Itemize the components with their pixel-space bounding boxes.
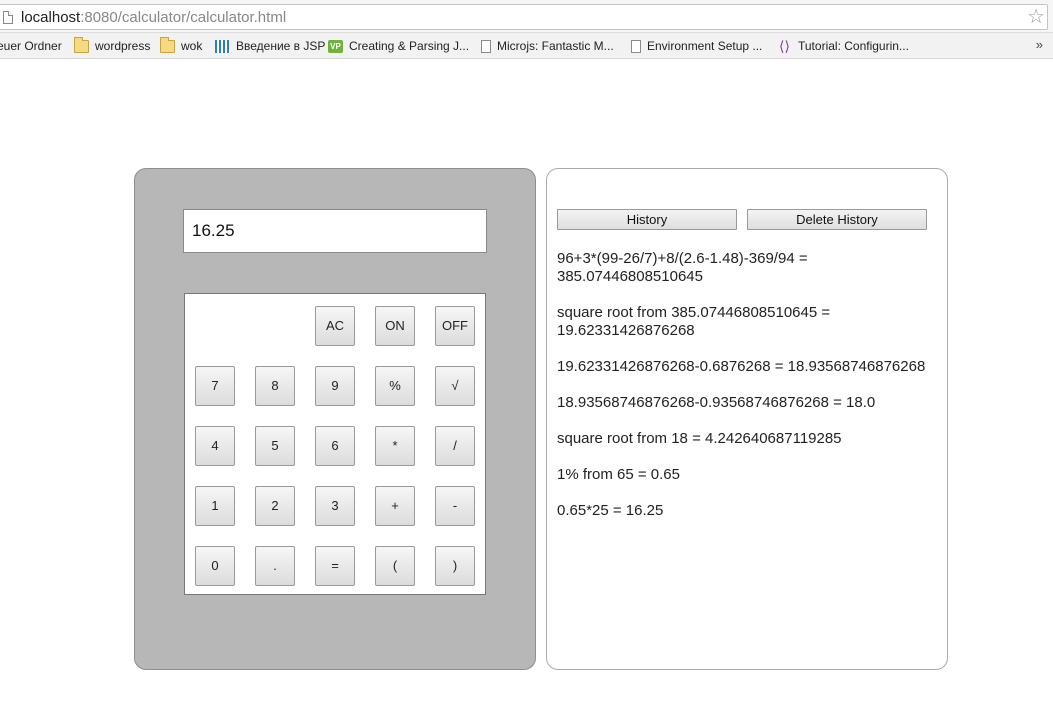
history-entry: square root from 18 = 4.242640687119285: [557, 430, 842, 447]
calculator-display: 16.25: [183, 209, 487, 253]
history-entry: 19.62331426876268-0.6876268 = 18.9356874…: [557, 358, 926, 375]
digit-2-button[interactable]: 2: [255, 486, 295, 526]
bookmark-label: wok: [181, 39, 203, 53]
bookmarks-bar: euer Ordner wordpress wok Введение в JSP…: [0, 33, 1053, 59]
page-icon: [631, 39, 641, 53]
history-panel: History Delete History 96+3*(99-26/7)+8/…: [546, 168, 948, 670]
digit-6-button[interactable]: 6: [315, 426, 355, 466]
history-button[interactable]: History: [557, 209, 737, 230]
decimal-point-button[interactable]: .: [255, 546, 295, 586]
history-entry: 18.93568746876268-0.93568746876268 = 18.…: [557, 394, 876, 411]
history-entry: 1% from 65 = 0.65: [557, 466, 680, 483]
folder-icon: [74, 36, 89, 53]
bookmark-microjs[interactable]: Microjs: Fantastic M...: [481, 38, 614, 54]
sqrt-button[interactable]: √: [435, 366, 475, 406]
keypad: AC ON OFF 7 8 9 % √ 4 5 6 * / 1 2 3 + - …: [184, 293, 486, 595]
bookmark-creating-parsing[interactable]: VP Creating & Parsing J...: [328, 38, 469, 54]
bookmark-neuer-ordner[interactable]: euer Ordner: [0, 38, 62, 54]
vp-icon: VP: [328, 39, 343, 53]
off-button[interactable]: OFF: [435, 306, 475, 346]
digit-4-button[interactable]: 4: [195, 426, 235, 466]
delete-history-button[interactable]: Delete History: [747, 209, 927, 230]
folder-icon: [160, 36, 175, 53]
bookmark-wok[interactable]: wok: [160, 36, 203, 54]
history-entry: 96+3*(99-26/7)+8/(2.6-1.48)-369/94 = 385…: [557, 250, 808, 285]
bookmark-wordpress[interactable]: wordpress: [74, 36, 151, 54]
bookmark-tutorial[interactable]: ⟨⟩ Tutorial: Configurin...: [777, 38, 909, 54]
bookmark-label: Environment Setup ...: [647, 39, 763, 53]
minus-button[interactable]: -: [435, 486, 475, 526]
calculator-panel: 16.25 AC ON OFF 7 8 9 % √ 4 5 6 * / 1 2 …: [134, 168, 536, 670]
divide-button[interactable]: /: [435, 426, 475, 466]
equals-button[interactable]: =: [315, 546, 355, 586]
more-bookmarks-button[interactable]: »: [1036, 37, 1043, 52]
page-icon: [481, 39, 491, 53]
plus-button[interactable]: +: [375, 486, 415, 526]
url-path: :8080/calculator/calculator.html: [80, 9, 287, 26]
bookmark-label: Введение в JSP: [236, 39, 326, 53]
ac-button[interactable]: AC: [315, 306, 355, 346]
bookmark-star-icon[interactable]: ☆: [1027, 5, 1045, 29]
bookmark-label: wordpress: [95, 39, 151, 53]
close-paren-button[interactable]: ): [435, 546, 475, 586]
address-bar[interactable]: localhost:8080/calculator/calculator.htm…: [0, 4, 1048, 30]
bookmark-environment-setup[interactable]: Environment Setup ...: [631, 38, 762, 54]
digit-5-button[interactable]: 5: [255, 426, 295, 466]
bookmark-label: euer Ordner: [0, 39, 62, 53]
digit-9-button[interactable]: 9: [315, 366, 355, 406]
bookmark-jsp[interactable]: Введение в JSP: [215, 38, 325, 54]
digit-1-button[interactable]: 1: [195, 486, 235, 526]
digit-7-button[interactable]: 7: [195, 366, 235, 406]
page-icon: [3, 11, 13, 24]
history-entry: 0.65*25 = 16.25: [557, 502, 664, 519]
jsp-icon: [215, 39, 230, 53]
digit-3-button[interactable]: 3: [315, 486, 355, 526]
bookmark-label: Tutorial: Configurin...: [798, 39, 909, 53]
multiply-button[interactable]: *: [375, 426, 415, 466]
bookmark-label: Creating & Parsing J...: [349, 39, 470, 53]
on-button[interactable]: ON: [375, 306, 415, 346]
url-text[interactable]: localhost:8080/calculator/calculator.htm…: [21, 9, 286, 26]
address-bar-area: localhost:8080/calculator/calculator.htm…: [0, 0, 1053, 33]
history-entry: square root from 385.07446808510645 = 19…: [557, 304, 831, 339]
visual-studio-icon: ⟨⟩: [779, 37, 790, 54]
digit-0-button[interactable]: 0: [195, 546, 235, 586]
url-host: localhost: [21, 9, 81, 26]
digit-8-button[interactable]: 8: [255, 366, 295, 406]
history-list: 96+3*(99-26/7)+8/(2.6-1.48)-369/94 = 385…: [557, 250, 932, 538]
open-paren-button[interactable]: (: [375, 546, 415, 586]
percent-button[interactable]: %: [375, 366, 415, 406]
bookmark-label: Microjs: Fantastic M...: [497, 39, 614, 53]
